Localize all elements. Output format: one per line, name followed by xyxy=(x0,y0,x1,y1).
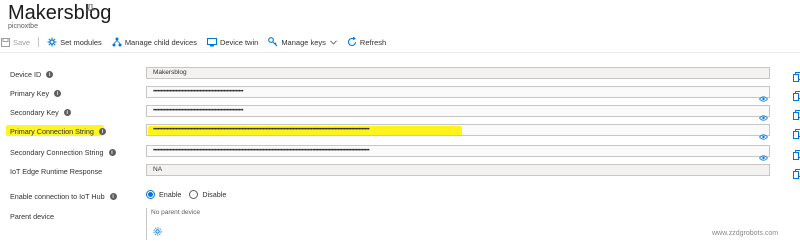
command-bar: Save Set modules Manage child devices De… xyxy=(0,34,800,50)
info-icon[interactable]: i xyxy=(109,193,117,200)
parent-device-row: Parent device xyxy=(0,210,800,224)
enable-radio-label[interactable]: Enable xyxy=(159,190,181,199)
secondary-connection-string-row: Secondary Connection String i ••••••••••… xyxy=(0,145,800,161)
manage-child-icon xyxy=(112,37,122,47)
secondary-key-row: Secondary Key i ••••••••••••••••••••••••… xyxy=(0,105,800,121)
chevron-down-icon xyxy=(330,38,337,47)
iot-edge-runtime-field[interactable]: NA xyxy=(146,164,770,176)
parent-device-box: No parent device xyxy=(146,208,256,240)
device-twin-button[interactable]: Device twin xyxy=(206,37,259,47)
info-icon[interactable]: i xyxy=(98,128,106,135)
toolbar-divider xyxy=(38,37,40,47)
enable-connection-radio-group: Enable Disable xyxy=(146,190,226,199)
device-id-row: Device ID i Makersblog xyxy=(0,67,800,82)
parent-device-label: Parent device xyxy=(10,212,54,221)
save-icon xyxy=(0,37,10,47)
manage-keys-label: Manage keys xyxy=(281,37,326,47)
eye-icon[interactable] xyxy=(758,89,769,102)
iot-edge-runtime-label: IoT Edge Runtime Response xyxy=(10,167,103,176)
primary-connection-string-label: Primary Connection String xyxy=(10,127,94,136)
device-id-field[interactable]: Makersblog xyxy=(146,67,770,79)
manage-keys-button[interactable]: Manage keys xyxy=(268,37,337,47)
pin-icon[interactable] xyxy=(85,3,96,17)
copy-icon[interactable] xyxy=(793,166,800,179)
eye-icon[interactable] xyxy=(758,148,769,161)
secondary-key-label: Secondary Key xyxy=(10,108,59,117)
device-twin-label: Device twin xyxy=(219,37,259,47)
refresh-button[interactable]: Refresh xyxy=(347,37,386,47)
refresh-icon xyxy=(347,37,357,47)
secondary-connection-string-field[interactable]: ••••••••••••••••••••••••••••••••••••••••… xyxy=(146,145,770,157)
disable-radio[interactable] xyxy=(189,190,199,199)
watermark-text: www.zzdgrobots.com xyxy=(712,230,779,237)
copy-icon[interactable] xyxy=(793,126,800,139)
manage-child-devices-button[interactable]: Manage child devices xyxy=(112,37,197,47)
info-icon[interactable]: i xyxy=(108,149,116,156)
eye-icon[interactable] xyxy=(758,108,769,121)
enable-connection-row: Enable connection to IoT Hub i xyxy=(0,189,800,203)
set-modules-label: Set modules xyxy=(60,37,102,47)
page-title: Makersblog xyxy=(8,2,112,24)
enable-connection-label: Enable connection to IoT Hub xyxy=(10,192,105,201)
eye-icon[interactable] xyxy=(758,127,769,140)
manage-keys-icon xyxy=(268,37,278,47)
refresh-label: Refresh xyxy=(359,37,387,47)
device-id-label: Device ID xyxy=(10,70,42,79)
primary-key-label: Primary Key xyxy=(10,89,50,98)
info-icon[interactable]: i xyxy=(63,109,71,116)
disable-radio-label[interactable]: Disable xyxy=(202,190,226,199)
parent-device-value: No parent device xyxy=(151,209,201,216)
primary-connection-string-field[interactable]: ••••••••••••••••••••••••••••••••••••••••… xyxy=(146,124,770,136)
primary-connection-string-row: Primary Connection String i ••••••••••••… xyxy=(0,124,800,140)
copy-icon[interactable] xyxy=(793,107,800,120)
copy-icon[interactable] xyxy=(793,147,800,160)
copy-icon[interactable] xyxy=(793,88,800,101)
primary-key-value: ••••••••••••••••••••••••••••••••••••••••… xyxy=(153,89,244,95)
primary-key-row: Primary Key i ••••••••••••••••••••••••••… xyxy=(0,86,800,102)
secondary-key-field[interactable]: ••••••••••••••••••••••••••••••••••••••••… xyxy=(146,105,770,117)
copy-icon[interactable] xyxy=(793,69,800,82)
iot-edge-runtime-row: IoT Edge Runtime Response NA xyxy=(0,164,800,179)
secondary-connection-string-value: ••••••••••••••••••••••••••••••••••••••••… xyxy=(153,148,370,154)
enable-radio[interactable] xyxy=(146,190,155,199)
save-label: Save xyxy=(13,37,31,47)
set-modules-button[interactable]: Set modules xyxy=(47,37,102,47)
primary-key-field[interactable]: ••••••••••••••••••••••••••••••••••••••••… xyxy=(146,86,770,98)
save-button[interactable]: Save xyxy=(0,37,30,47)
manage-child-label: Manage child devices xyxy=(124,37,197,47)
set-modules-icon xyxy=(47,37,57,47)
device-twin-icon xyxy=(206,37,217,47)
info-icon[interactable]: i xyxy=(46,71,54,78)
gear-icon[interactable] xyxy=(153,223,162,236)
toolbar-divider-line xyxy=(0,52,800,53)
secondary-connection-string-label: Secondary Connection String xyxy=(10,148,104,157)
primary-connection-string-value: ••••••••••••••••••••••••••••••••••••••••… xyxy=(153,127,370,133)
info-icon[interactable]: i xyxy=(54,90,62,97)
secondary-key-value: ••••••••••••••••••••••••••••••••••••••••… xyxy=(153,108,244,114)
page-subtitle: picnoxtbe xyxy=(8,23,38,30)
